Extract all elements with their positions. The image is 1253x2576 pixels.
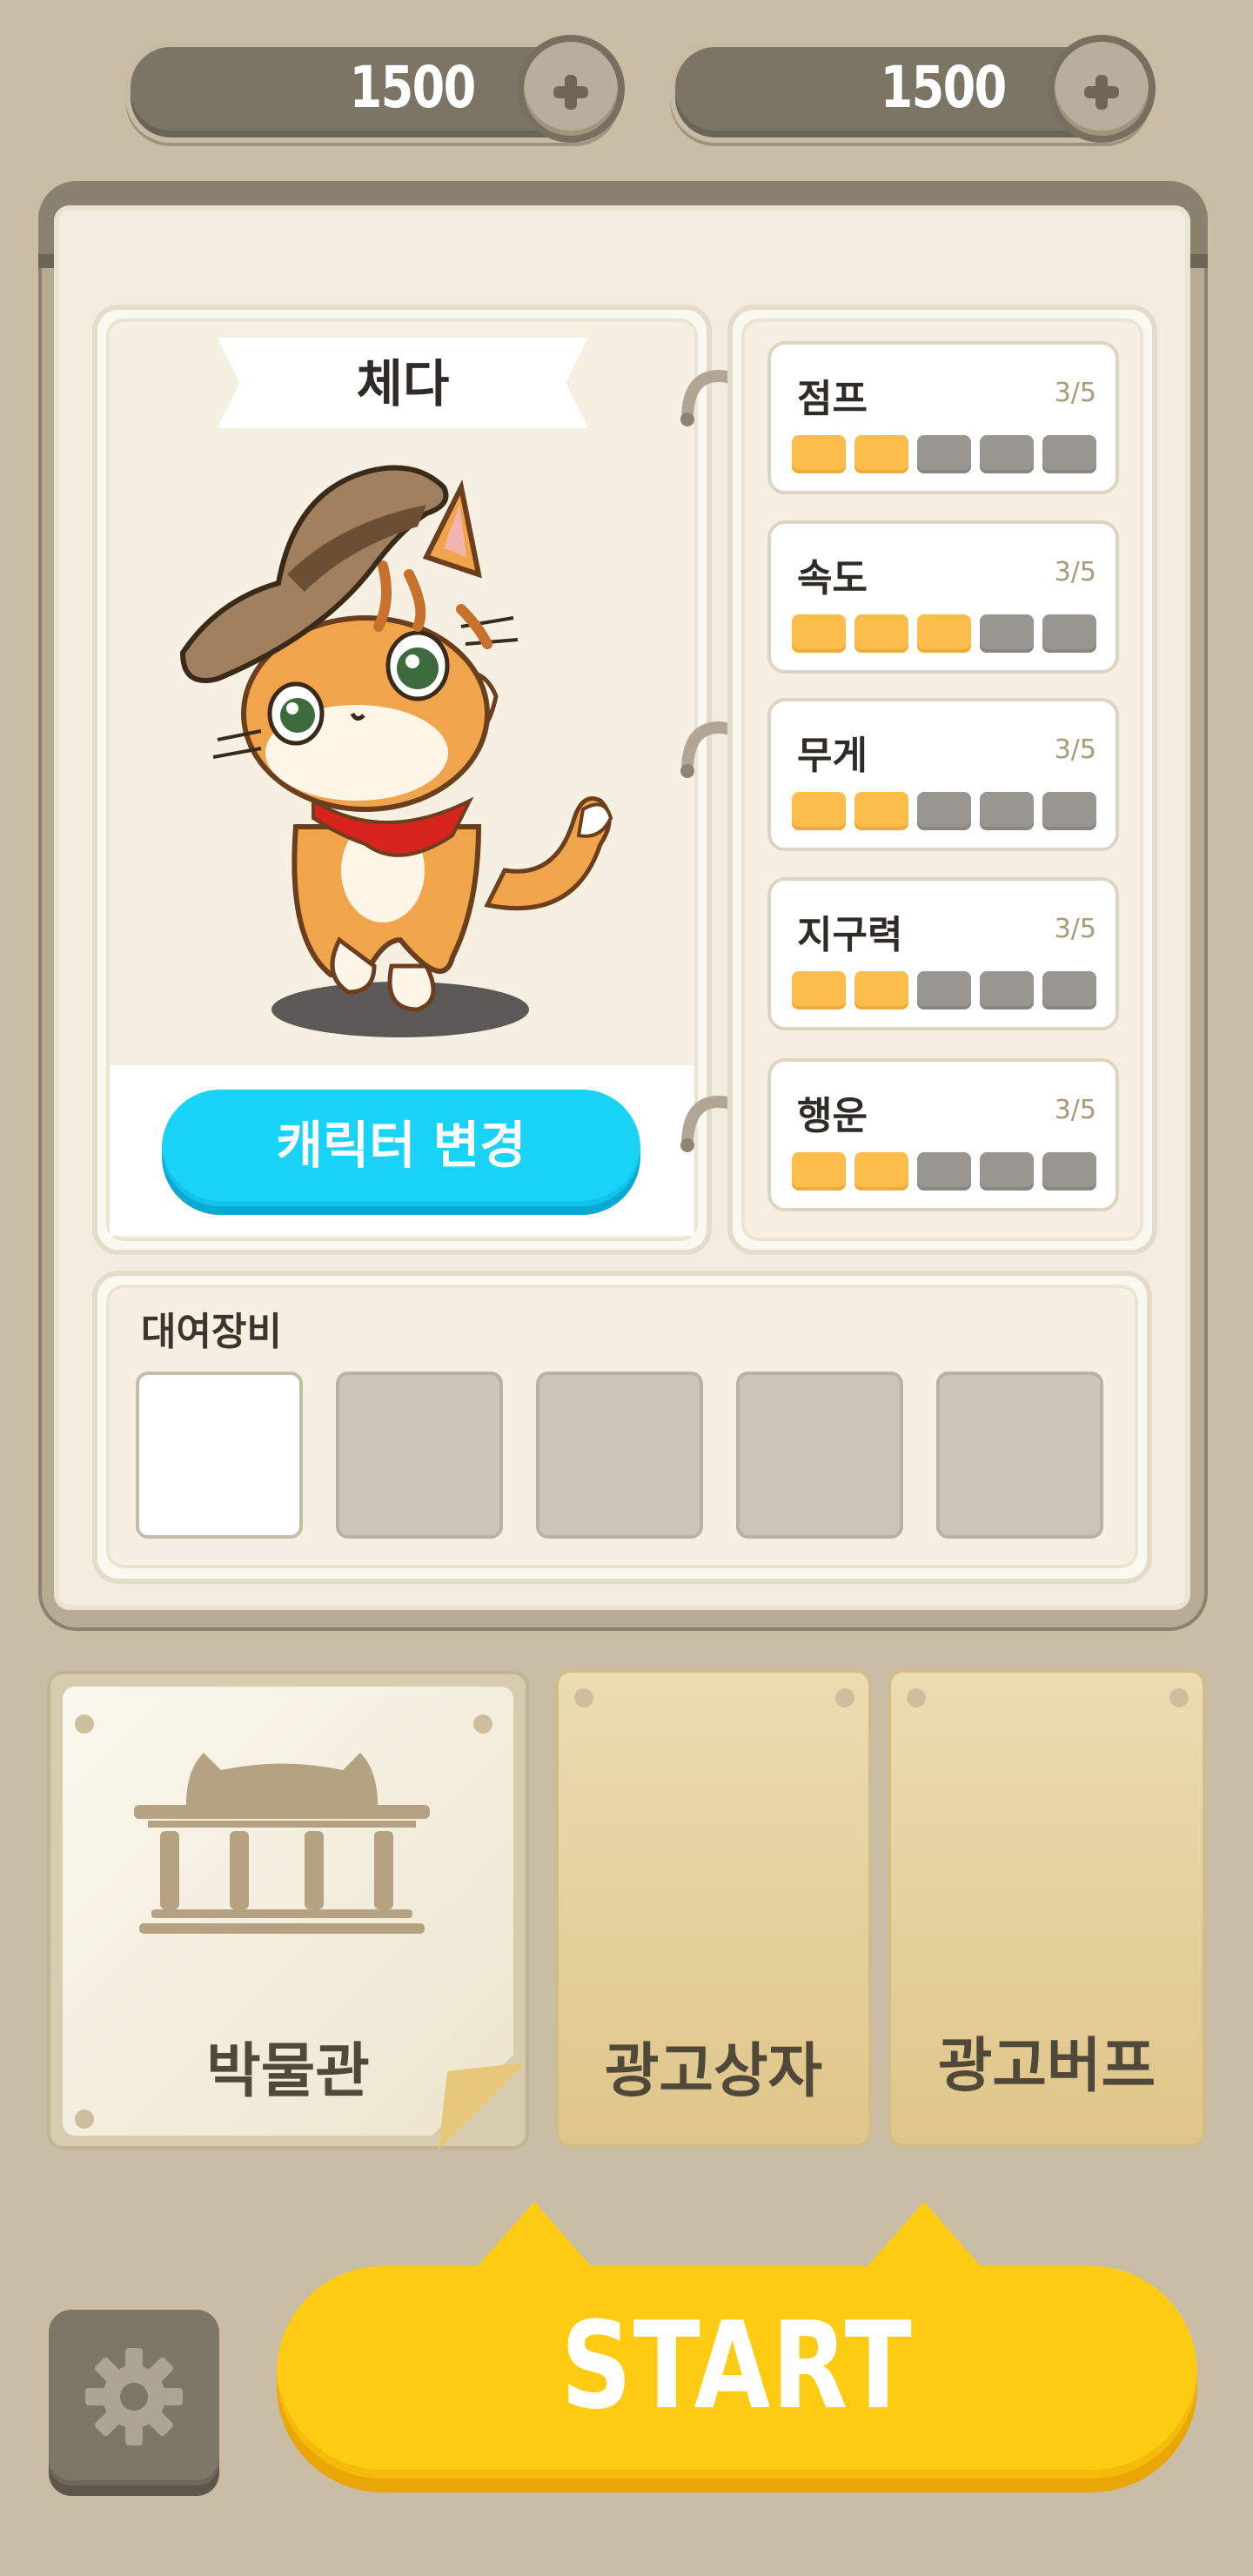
stat-value: 3/5	[1054, 735, 1096, 765]
stat-bar-filled	[792, 435, 846, 473]
pin-dot	[1169, 1688, 1189, 1707]
pin-dot	[473, 1714, 492, 1734]
stat-bar-empty	[1042, 1152, 1096, 1191]
stat-bar-empty	[980, 614, 1034, 653]
museum-icon	[134, 1753, 430, 1934]
pin-dot	[907, 1688, 926, 1707]
pin-dot	[75, 1714, 94, 1734]
stat-bar-empty	[917, 792, 971, 830]
stat-bar-group	[792, 614, 1096, 653]
ad-buff-label: 광고버프	[937, 2032, 1156, 2101]
start-button-peak	[860, 2202, 988, 2275]
pin-dot	[75, 2110, 94, 2129]
pin-dot	[574, 1688, 593, 1707]
stat-bar-filled	[854, 792, 908, 830]
stat-row: 무게 3/5	[767, 698, 1119, 851]
stat-bar-empty	[980, 792, 1034, 830]
stat-row: 지구력 3/5	[767, 877, 1119, 1030]
stat-bar-filled	[854, 971, 908, 1010]
equipment-title: 대여장비	[141, 1310, 282, 1354]
stat-row: 속도 3/5	[767, 520, 1119, 674]
stat-label: 속도	[797, 556, 868, 600]
gear-icon	[85, 2348, 183, 2445]
stat-bar-empty	[1042, 614, 1096, 653]
start-button-peak	[470, 2202, 599, 2275]
stat-bar-empty	[1042, 971, 1096, 1010]
plus-icon[interactable]	[517, 35, 625, 143]
stat-bar-group	[792, 1152, 1096, 1191]
ad-box-button[interactable]: 광고상자	[555, 1669, 872, 2148]
museum-button[interactable]: 박물관	[47, 1671, 529, 2150]
stat-row: 점프 3/5	[767, 341, 1119, 494]
equipment-slot[interactable]	[136, 1372, 303, 1539]
stat-bar-empty	[917, 971, 971, 1010]
stat-bar-filled	[792, 792, 846, 830]
stat-label: 점프	[797, 377, 868, 421]
stat-bar-empty	[1042, 792, 1096, 830]
stat-label: 지구력	[797, 913, 903, 957]
ad-buff-button[interactable]: 광고버프	[888, 1669, 1206, 2148]
settings-button[interactable]	[49, 2310, 219, 2485]
equipment-slot[interactable]	[536, 1372, 703, 1539]
currency-pill-1: 1500	[125, 35, 625, 143]
stat-bar-filled	[792, 1152, 846, 1191]
currency-value: 1500	[349, 54, 477, 121]
museum-label: 박물관	[206, 2037, 370, 2106]
stat-bar-empty	[917, 435, 971, 473]
stat-bar-empty	[980, 971, 1034, 1010]
ad-box-label: 광고상자	[604, 2037, 823, 2106]
stat-value: 3/5	[1054, 1095, 1096, 1125]
stat-value: 3/5	[1054, 557, 1096, 587]
stat-bar-filled	[854, 614, 908, 653]
currency-value: 1500	[880, 54, 1008, 121]
stat-bar-filled	[792, 971, 846, 1010]
stat-bar-empty	[1042, 435, 1096, 473]
equipment-slot[interactable]	[936, 1372, 1103, 1539]
stat-value: 3/5	[1054, 378, 1096, 408]
stat-label: 행운	[797, 1094, 868, 1138]
stat-bar-empty	[980, 435, 1034, 473]
stat-bar-group	[792, 792, 1096, 830]
stat-bar-filled	[917, 614, 971, 653]
stat-label: 무게	[797, 734, 868, 778]
stat-bar-filled	[854, 1152, 908, 1191]
stat-bar-empty	[917, 1152, 971, 1191]
stat-bar-group	[792, 435, 1096, 473]
change-character-button[interactable]: 캐릭터 변경	[162, 1090, 640, 1206]
stat-value: 3/5	[1054, 914, 1096, 944]
equipment-slot[interactable]	[736, 1372, 903, 1539]
equipment-slot[interactable]	[336, 1372, 503, 1539]
stat-bar-empty	[980, 1152, 1034, 1191]
currency-pill-2: 1500	[670, 35, 1156, 143]
cat-character-illustration	[179, 465, 613, 1037]
stat-bar-group	[792, 971, 1096, 1010]
start-label: START	[560, 2296, 914, 2436]
stat-bar-filled	[792, 614, 846, 653]
pin-dot	[835, 1688, 854, 1707]
stat-row: 행운 3/5	[767, 1058, 1119, 1211]
stat-bar-filled	[854, 435, 908, 473]
character-name: 체다	[356, 354, 450, 413]
plus-icon[interactable]	[1048, 35, 1156, 143]
